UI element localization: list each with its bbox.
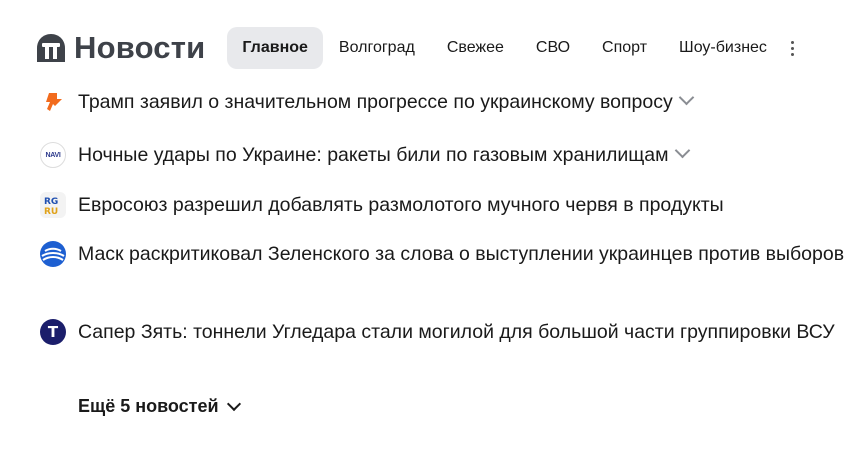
- news-item[interactable]: NAVI Ночные удары по Украине: ракеты бил…: [40, 142, 850, 168]
- tab-main[interactable]: Главное: [227, 27, 323, 69]
- brand-title: Новости: [74, 30, 206, 65]
- header: Новости Главное Волгоград Свежее СВО Спо…: [36, 26, 801, 70]
- svg-text:RG: RG: [44, 197, 58, 207]
- news-title: Трамп заявил о значительном прогрессе по…: [78, 89, 695, 115]
- tab-volgograd[interactable]: Волгоград: [323, 27, 431, 69]
- nav-tabs: Главное Волгоград Свежее СВО Спорт Шоу-б…: [227, 27, 801, 69]
- yandex-news-icon: [37, 34, 65, 62]
- news-item[interactable]: Трамп заявил о значительном прогрессе по…: [40, 89, 850, 115]
- chevron-down-icon[interactable]: [678, 89, 695, 106]
- news-title: Маск раскритиковал Зеленского за слова о…: [78, 243, 845, 265]
- tab-sport[interactable]: Спорт: [586, 27, 663, 69]
- news-item[interactable]: T Сапер Зять: тоннели Угледара стали мог…: [40, 319, 850, 345]
- news-title: Сапер Зять: тоннели Угледара стали могил…: [78, 321, 835, 343]
- svg-text:RU: RU: [44, 207, 58, 217]
- news-title: Евросоюз разрешил добавлять размолотого …: [78, 194, 724, 216]
- more-news-button[interactable]: Ещё 5 новостей: [78, 396, 241, 417]
- rg-icon: RG RU: [40, 192, 66, 218]
- ria-novosti-icon: [40, 89, 66, 115]
- tab-svo[interactable]: СВО: [520, 27, 586, 69]
- news-item[interactable]: Маск раскритиковал Зеленского за слова о…: [40, 241, 850, 267]
- t-letter-icon: T: [40, 319, 66, 345]
- news-widget: Новости Главное Волгоград Свежее СВО Спо…: [0, 0, 864, 463]
- chevron-down-icon: [226, 396, 241, 411]
- news-item[interactable]: RG RU Евросоюз разрешил добавлять размол…: [40, 192, 850, 218]
- globe-icon: [40, 241, 66, 267]
- tab-showbiz[interactable]: Шоу-бизнес: [663, 27, 783, 69]
- news-title: Ночные удары по Украине: ракеты били по …: [78, 142, 690, 168]
- navigator-icon: NAVI: [40, 142, 66, 168]
- kebab-menu-icon[interactable]: [785, 27, 801, 69]
- chevron-down-icon[interactable]: [674, 142, 690, 159]
- tab-fresh[interactable]: Свежее: [431, 27, 520, 69]
- brand[interactable]: Новости: [36, 30, 205, 66]
